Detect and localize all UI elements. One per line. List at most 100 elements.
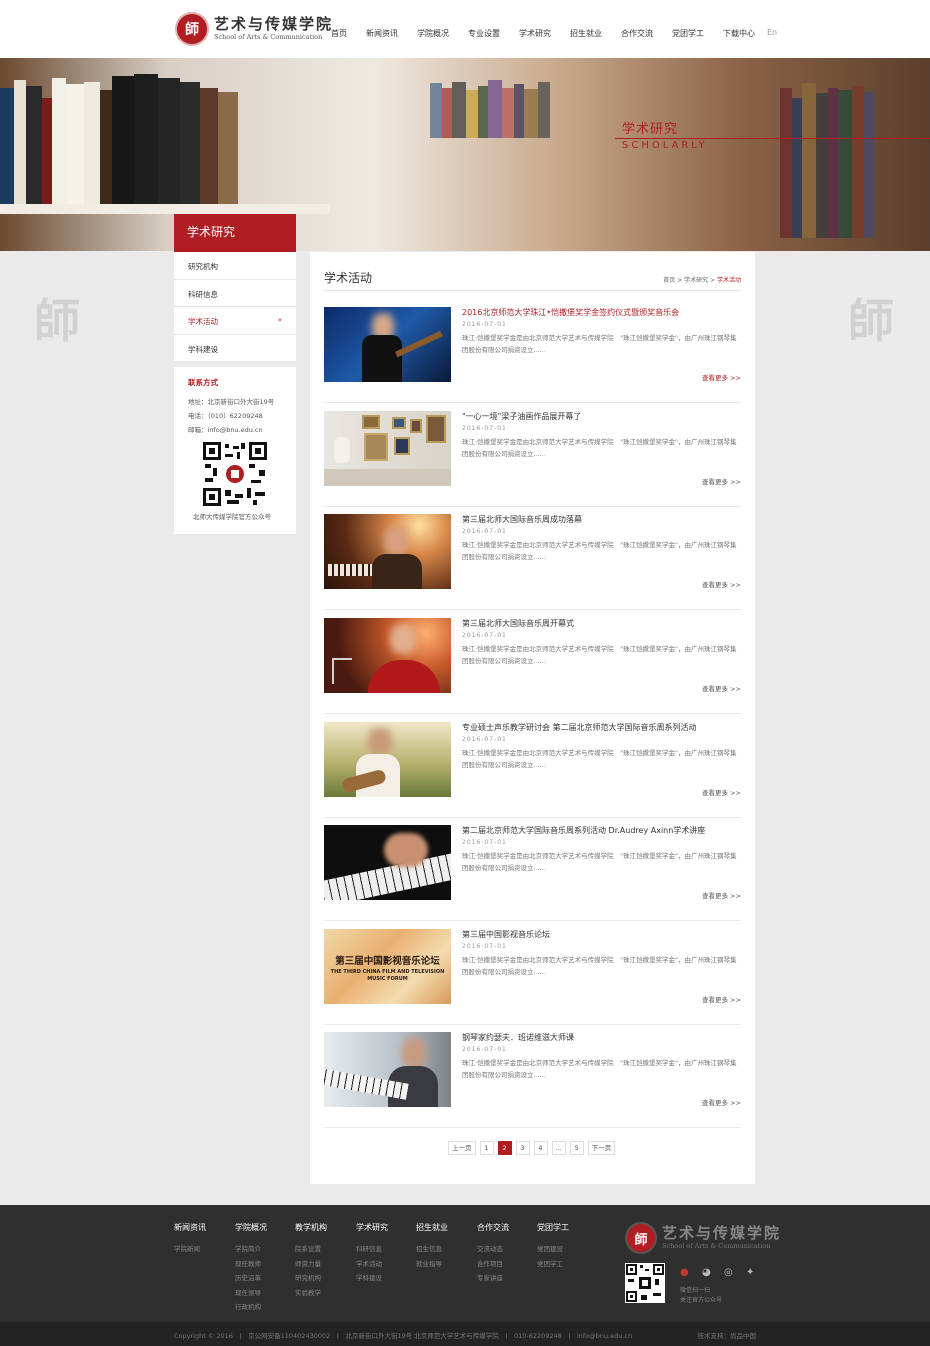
- footer-col-heading[interactable]: 教学机构: [295, 1222, 327, 1233]
- article-thumbnail[interactable]: [324, 618, 451, 693]
- footer-link[interactable]: 师资力量: [295, 1257, 327, 1272]
- footer-col-party: 党团学工 党团建设 党团学工: [537, 1222, 569, 1271]
- qr-caption: 北师大传媒学院官方公众号: [193, 513, 271, 521]
- pager-page-4[interactable]: 4: [533, 1141, 548, 1155]
- footer-col-heading[interactable]: 学术研究: [356, 1222, 388, 1233]
- pager-next-button[interactable]: 下一页: [587, 1141, 616, 1155]
- list-item: 第三届北师大国际音乐周成功落幕 2016-07-01 珠江·恺撒堡奖学金是由北京…: [324, 514, 741, 610]
- article-title[interactable]: 钢琴家约瑟夫．班诺维滋大师课: [462, 1032, 574, 1043]
- background-watermark-left: 師: [34, 294, 80, 348]
- sidebar-item-research-info[interactable]: 科研信息: [174, 280, 296, 307]
- thumbnail-title-cn: 第三届中国影视音乐论坛: [335, 956, 440, 967]
- footer-link[interactable]: 现任领导: [235, 1286, 267, 1301]
- wechat-icon[interactable]: ◕: [702, 1267, 716, 1279]
- footer-link[interactable]: 招生信息: [416, 1242, 448, 1257]
- nav-news[interactable]: 新闻资讯: [366, 28, 398, 39]
- pager-page-5[interactable]: 5: [569, 1141, 584, 1155]
- breadcrumb-parent[interactable]: 学术研究: [684, 277, 708, 284]
- breadcrumb-separator: >: [675, 277, 685, 284]
- article-date: 2016-07-01: [462, 736, 507, 743]
- footer-col-heading[interactable]: 党团学工: [537, 1222, 569, 1233]
- nav-party[interactable]: 党团学工: [672, 28, 704, 39]
- footer-link[interactable]: 历史沿革: [235, 1271, 267, 1286]
- read-more-link[interactable]: 查看更多 >>: [702, 787, 741, 797]
- footer-link[interactable]: 实验教学: [295, 1286, 327, 1301]
- footer-link[interactable]: 交流动态: [477, 1242, 509, 1257]
- logo-en-text: School of Arts & Communication: [214, 33, 323, 41]
- nav-download[interactable]: 下载中心: [723, 28, 755, 39]
- read-more-link[interactable]: 查看更多 >>: [702, 1097, 741, 1107]
- nav-admission[interactable]: 招生就业: [570, 28, 602, 39]
- nav-about[interactable]: 学院概况: [417, 28, 449, 39]
- nav-english[interactable]: En: [767, 28, 777, 39]
- read-more-link[interactable]: 查看更多 >>: [702, 476, 741, 486]
- read-more-link[interactable]: 查看更多 >>: [702, 579, 741, 589]
- article-summary: 珠江·恺撒堡奖学金是由北京师范大学艺术与传媒学院 "珠江恺撒堡奖学金"，由广州珠…: [462, 1059, 737, 1079]
- sidebar-item-institutes[interactable]: 研究机构: [174, 252, 296, 280]
- page-title: 学术活动: [324, 271, 373, 285]
- footer-link[interactable]: 现任教师: [235, 1257, 267, 1272]
- footer-link[interactable]: 合作项目: [477, 1257, 509, 1272]
- article-thumbnail[interactable]: [324, 514, 451, 589]
- footer-col-about: 学院概况 学院简介 现任教师 历史沿革 现任领导 行政机构: [235, 1222, 267, 1315]
- read-more-link[interactable]: 查看更多 >>: [702, 890, 741, 900]
- share-icon[interactable]: ✦: [746, 1267, 760, 1279]
- nav-research[interactable]: 学术研究: [519, 28, 551, 39]
- site-logo[interactable]: 師 艺术与传媒学院 School of Arts & Communication: [175, 12, 333, 46]
- article-thumbnail[interactable]: [324, 1032, 451, 1107]
- footer-col-heading[interactable]: 合作交流: [477, 1222, 509, 1233]
- nav-majors[interactable]: 专业设置: [468, 28, 500, 39]
- article-summary: 珠江·恺撒堡奖学金是由北京师范大学艺术与传媒学院 "珠江恺撒堡奖学金"，由广州珠…: [462, 438, 737, 458]
- footer-col-heading[interactable]: 招生就业: [416, 1222, 448, 1233]
- article-title[interactable]: 第三届北师大国际音乐周开幕式: [462, 618, 574, 629]
- weibo-alt-icon[interactable]: ◎: [724, 1267, 738, 1279]
- weibo-icon[interactable]: ●: [680, 1267, 694, 1279]
- pager-page-2-current[interactable]: 2: [497, 1141, 512, 1155]
- footer-col-news: 新闻资讯 学院新闻: [174, 1222, 206, 1257]
- footer-link[interactable]: 研究机构: [295, 1271, 327, 1286]
- footer-link[interactable]: 学术活动: [356, 1257, 388, 1272]
- footer-col-heading[interactable]: 新闻资讯: [174, 1222, 206, 1233]
- footer-col-heading[interactable]: 学院概况: [235, 1222, 267, 1233]
- footer-link[interactable]: 就业指导: [416, 1257, 448, 1272]
- article-title[interactable]: "一心一境"梁子油画作品展开幕了: [462, 411, 581, 422]
- pagination: 上一页 1 2 3 4 ... 5 下一页: [448, 1141, 619, 1155]
- footer-link[interactable]: 党团学工: [537, 1257, 569, 1272]
- footer-link[interactable]: 学院简介: [235, 1242, 267, 1257]
- article-title[interactable]: 专业硕士声乐教学研讨会 第二届北京师范大学国际音乐周系列活动: [462, 722, 697, 733]
- sidebar-item-activities[interactable]: 学术活动 »: [174, 307, 296, 335]
- article-title[interactable]: 第三届北师大国际音乐周成功落幕: [462, 514, 582, 525]
- article-summary: 珠江·恺撒堡奖学金是由北京师范大学艺术与传媒学院 "珠江恺撒堡奖学金"，由广州珠…: [462, 852, 737, 872]
- read-more-link[interactable]: 查看更多 >>: [702, 994, 741, 1004]
- sidebar-item-label: 学术活动: [188, 317, 218, 326]
- footer-link[interactable]: 专家讲座: [477, 1271, 509, 1286]
- tech-support-link[interactable]: 技术支持：尚品中国: [698, 1330, 757, 1340]
- pager-page-3[interactable]: 3: [515, 1141, 530, 1155]
- article-thumbnail[interactable]: [324, 825, 451, 900]
- list-item: 钢琴家约瑟夫．班诺维滋大师课 2016-07-01 珠江·恺撒堡奖学金是由北京师…: [324, 1032, 741, 1128]
- footer-link[interactable]: 学院新闻: [174, 1242, 206, 1257]
- sidebar-item-disciplines[interactable]: 学科建设: [174, 335, 296, 362]
- article-thumbnail[interactable]: [324, 307, 451, 382]
- article-date: 2016-07-01: [462, 1046, 507, 1053]
- footer-link[interactable]: 科研信息: [356, 1242, 388, 1257]
- article-title[interactable]: 第二届北京师范大学国际音乐周系列活动 Dr.Audrey Axinn学术讲座: [462, 825, 705, 836]
- footer-link[interactable]: 党团建设: [537, 1242, 569, 1257]
- footer-link[interactable]: 学科建设: [356, 1271, 388, 1286]
- article-thumbnail[interactable]: [324, 722, 451, 797]
- article-thumbnail[interactable]: 第三届中国影视音乐论坛 THE THIRD CHINA FILM AND TEL…: [324, 929, 451, 1004]
- contact-email[interactable]: 邮箱：info@bnu.edu.cn: [188, 423, 296, 437]
- article-thumbnail[interactable]: [324, 411, 451, 486]
- article-title[interactable]: 第三届中国影视音乐论坛: [462, 929, 550, 940]
- pager-prev-button[interactable]: 上一页: [448, 1141, 476, 1155]
- read-more-link[interactable]: 查看更多 >>: [702, 683, 741, 693]
- pager-page-1[interactable]: 1: [479, 1141, 494, 1155]
- read-more-link[interactable]: 查看更多 >>: [702, 372, 741, 382]
- nav-home[interactable]: 首页: [331, 28, 347, 39]
- article-title[interactable]: 2016北京师范大学珠江•恺撒堡奖学金签约仪式暨颁奖音乐会: [462, 307, 679, 318]
- footer-link[interactable]: 行政机构: [235, 1300, 267, 1315]
- nav-cooperation[interactable]: 合作交流: [621, 28, 653, 39]
- breadcrumb-home[interactable]: 首页: [663, 277, 675, 284]
- footer-logo[interactable]: 師 艺术与传媒学院 School of Arts & Communication: [625, 1222, 781, 1254]
- footer-link[interactable]: 院系设置: [295, 1242, 327, 1257]
